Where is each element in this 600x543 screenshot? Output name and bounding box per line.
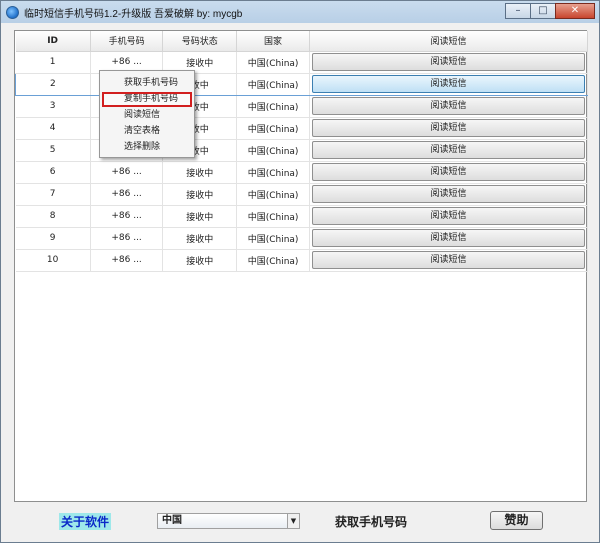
cell-country: 中国(China) <box>236 51 310 74</box>
menu-item-clear-table[interactable]: 清空表格 <box>102 124 192 139</box>
cell-id: 2 <box>15 72 91 96</box>
header-status[interactable]: 号码状态 <box>162 31 238 52</box>
read-sms-button[interactable]: 阅读短信 <box>311 229 585 247</box>
app-window: 临时短信手机号码1.2-升级版 吾爱破解 by: mycgb – □ ✕ ID … <box>0 0 600 543</box>
read-sms-button[interactable]: 阅读短信 <box>311 251 585 269</box>
table-header-row: ID 手机号码 号码状态 国家 阅读短信 <box>15 31 589 52</box>
table-row[interactable]: 9 +86 ... 接收中 中国(China) 阅读短信 <box>15 227 589 250</box>
cell-action: 阅读短信 <box>309 139 589 162</box>
cell-action: 阅读短信 <box>309 161 589 184</box>
table-row[interactable]: 7 +86 ... 接收中 中国(China) 阅读短信 <box>15 183 589 206</box>
cell-action: 阅读短信 <box>309 205 589 228</box>
cell-id: 8 <box>15 205 91 228</box>
cell-id: 6 <box>15 161 91 184</box>
header-country[interactable]: 国家 <box>236 31 310 52</box>
cell-id: 1 <box>15 51 91 74</box>
donate-button[interactable]: 赞助 <box>490 511 543 530</box>
cell-country: 中国(China) <box>236 72 310 96</box>
country-select-value: 中国 <box>162 515 182 526</box>
table-row[interactable]: 10 +86 ... 接收中 中国(China) 阅读短信 <box>15 249 589 272</box>
header-phone[interactable]: 手机号码 <box>90 31 164 52</box>
cell-action: 阅读短信 <box>309 117 589 140</box>
cell-id: 5 <box>15 139 91 162</box>
cell-status: 接收中 <box>162 249 238 272</box>
cell-action: 阅读短信 <box>309 249 589 272</box>
cell-status: 接收中 <box>162 183 238 206</box>
app-logo-icon <box>6 5 19 19</box>
cell-country: 中国(China) <box>236 183 310 206</box>
cell-country: 中国(China) <box>236 95 310 118</box>
read-sms-button[interactable]: 阅读短信 <box>311 119 585 137</box>
cell-id: 10 <box>15 249 91 272</box>
about-software-link[interactable]: 关于软件 <box>59 513 112 530</box>
cell-country: 中国(China) <box>236 161 310 184</box>
cell-id: 3 <box>15 95 91 118</box>
cell-id: 7 <box>15 183 91 206</box>
close-icon[interactable]: ✕ <box>555 3 595 19</box>
cell-country: 中国(China) <box>236 139 310 162</box>
cell-phone: +86 ... <box>90 205 164 228</box>
bottom-toolbar: 关于软件 中国 ▼ 获取手机号码 赞助 <box>1 509 599 539</box>
header-id[interactable]: ID <box>15 31 91 52</box>
cell-status: 接收中 <box>162 161 238 184</box>
window-title: 临时短信手机号码1.2-升级版 吾爱破解 by: mycgb <box>24 8 243 20</box>
table-row[interactable]: 8 +86 ... 接收中 中国(China) 阅读短信 <box>15 205 589 228</box>
cell-country: 中国(China) <box>236 249 310 272</box>
cell-action: 阅读短信 <box>309 227 589 250</box>
maximize-icon[interactable]: □ <box>530 3 556 19</box>
cell-status: 接收中 <box>162 227 238 250</box>
read-sms-button[interactable]: 阅读短信 <box>311 163 585 181</box>
menu-item-delete-selected[interactable]: 选择删除 <box>102 140 192 155</box>
cell-action: 阅读短信 <box>309 183 589 206</box>
menu-item-copy-number[interactable]: 复制手机号码 <box>102 92 192 107</box>
menu-item-get-number[interactable]: 获取手机号码 <box>102 76 192 91</box>
read-sms-button[interactable]: 阅读短信 <box>311 97 585 115</box>
cell-id: 9 <box>15 227 91 250</box>
table-row[interactable]: 6 +86 ... 接收中 中国(China) 阅读短信 <box>15 161 589 184</box>
minimize-icon[interactable]: – <box>505 3 531 19</box>
menu-item-read-sms[interactable]: 阅读短信 <box>102 108 192 123</box>
read-sms-button[interactable]: 阅读短信 <box>311 75 585 93</box>
chevron-down-icon[interactable]: ▼ <box>287 514 299 528</box>
cell-phone: +86 ... <box>90 227 164 250</box>
get-number-button[interactable]: 获取手机号码 <box>335 513 407 530</box>
cell-country: 中国(China) <box>236 205 310 228</box>
cell-action: 阅读短信 <box>309 72 589 96</box>
read-sms-button[interactable]: 阅读短信 <box>311 207 585 225</box>
cell-phone: +86 ... <box>90 249 164 272</box>
cell-id: 4 <box>15 117 91 140</box>
cell-country: 中国(China) <box>236 117 310 140</box>
country-select[interactable]: 中国 ▼ <box>157 513 300 529</box>
window-controls: – □ ✕ <box>505 3 595 19</box>
read-sms-button[interactable]: 阅读短信 <box>311 141 585 159</box>
context-menu: 获取手机号码 复制手机号码 阅读短信 清空表格 选择删除 <box>99 70 195 158</box>
cell-phone: +86 ... <box>90 161 164 184</box>
cell-action: 阅读短信 <box>309 95 589 118</box>
cell-status: 接收中 <box>162 205 238 228</box>
read-sms-button[interactable]: 阅读短信 <box>311 53 585 71</box>
cell-country: 中国(China) <box>236 227 310 250</box>
read-sms-button[interactable]: 阅读短信 <box>311 185 585 203</box>
cell-action: 阅读短信 <box>309 51 589 74</box>
cell-phone: +86 ... <box>90 183 164 206</box>
title-bar[interactable]: 临时短信手机号码1.2-升级版 吾爱破解 by: mycgb – □ ✕ <box>1 1 599 23</box>
header-read-sms[interactable]: 阅读短信 <box>309 31 589 52</box>
